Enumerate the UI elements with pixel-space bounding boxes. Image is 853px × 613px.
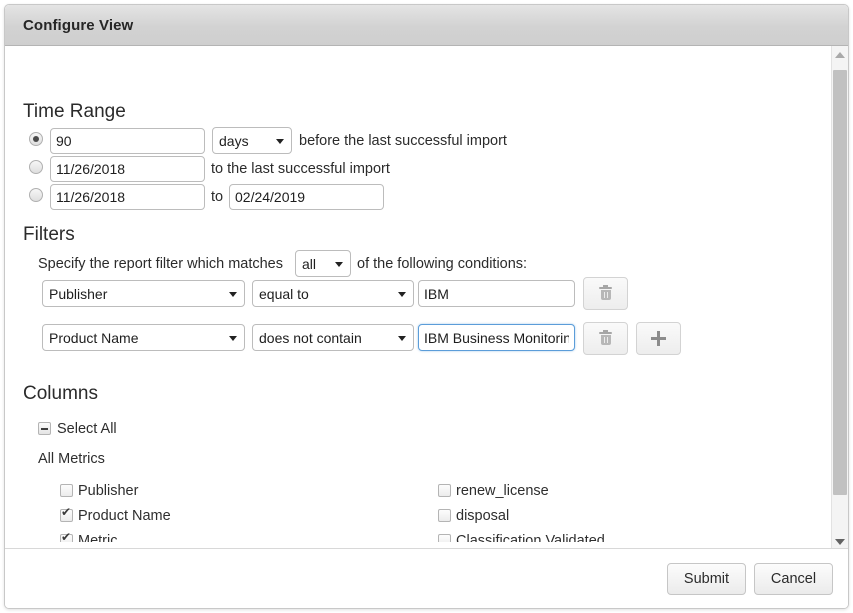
filter-row-1-operator-select[interactable]: does not contain: [252, 324, 414, 351]
all-metrics-group-label: All Metrics: [38, 451, 105, 467]
filter-row-0-field-value: Publisher: [49, 285, 108, 302]
from-date-suffix-label: to the last successful import: [211, 161, 390, 177]
time-range-radio-relative[interactable]: [29, 132, 43, 146]
time-range-radio-from-date[interactable]: [29, 160, 43, 174]
filter-row-1-delete-button[interactable]: [583, 322, 628, 355]
configure-view-dialog: Configure View Time Range days before th…: [4, 4, 849, 609]
chevron-down-icon: [229, 335, 237, 341]
from-date-input[interactable]: [50, 156, 205, 182]
column-label-publisher: Publisher: [78, 483, 139, 499]
scrollbar-thumb[interactable]: [833, 70, 847, 495]
filter-match-suffix-label: of the following conditions:: [357, 256, 528, 272]
column-label-renew-license: renew_license: [456, 483, 549, 499]
filter-row-1-field-value: Product Name: [49, 329, 139, 346]
filter-match-select[interactable]: all: [295, 250, 351, 277]
range-middle-label: to: [211, 189, 224, 205]
range-end-input[interactable]: [229, 184, 384, 210]
select-all-checkbox[interactable]: [38, 422, 51, 435]
scroll-up-button[interactable]: [832, 46, 848, 63]
relative-suffix-label: before the last successful import: [299, 133, 507, 149]
filters-heading: Filters: [23, 224, 75, 245]
select-all-label: Select All: [57, 421, 117, 437]
chevron-down-icon: [398, 335, 406, 341]
column-checkbox-product-name[interactable]: [60, 506, 73, 522]
filter-row-1-field-select[interactable]: Product Name: [42, 324, 245, 351]
filter-match-value: all: [302, 255, 317, 272]
filter-row-0-operator-value: equal to: [259, 285, 309, 302]
dialog-title: Configure View: [23, 17, 134, 34]
filter-row-1-value-input[interactable]: [418, 324, 575, 351]
content-scrollbar[interactable]: [831, 46, 848, 550]
time-range-radio-range[interactable]: [29, 188, 43, 202]
filter-add-row-button[interactable]: [636, 322, 681, 355]
triangle-up-icon: [835, 51, 845, 58]
dialog-footer: Submit Cancel: [5, 548, 848, 608]
filter-row-0-operator-select[interactable]: equal to: [252, 280, 414, 307]
filter-row-0-field-select[interactable]: Publisher: [42, 280, 245, 307]
column-label-product-name: Product Name: [78, 508, 171, 524]
column-checkbox-renew-license[interactable]: [438, 484, 451, 497]
columns-heading: Columns: [23, 383, 98, 404]
cancel-button[interactable]: Cancel: [754, 563, 833, 595]
time-range-heading: Time Range: [23, 101, 126, 122]
dialog-titlebar: Configure View: [5, 5, 848, 46]
filter-row-1-operator-value: does not contain: [259, 329, 362, 346]
plus-icon: [651, 331, 666, 346]
chevron-down-icon: [276, 138, 284, 144]
filter-row-0-delete-button[interactable]: [583, 277, 628, 310]
dialog-content: Time Range days before the last successf…: [5, 46, 848, 550]
column-checkbox-disposal[interactable]: [438, 509, 451, 522]
column-label-disposal: disposal: [456, 508, 510, 524]
trash-icon: [599, 285, 612, 301]
triangle-down-icon: [835, 538, 845, 545]
range-start-input[interactable]: [50, 184, 205, 210]
column-checkbox-publisher[interactable]: [60, 484, 73, 497]
submit-button[interactable]: Submit: [667, 563, 746, 595]
relative-unit-select[interactable]: days: [212, 127, 292, 154]
relative-unit-value: days: [219, 132, 249, 149]
chevron-down-icon: [398, 291, 406, 297]
relative-amount-input[interactable]: [50, 128, 205, 154]
chevron-down-icon: [335, 261, 343, 267]
filter-match-prefix-label: Specify the report filter which matches: [38, 256, 283, 272]
filter-row-0-value-input[interactable]: [418, 280, 575, 307]
chevron-down-icon: [229, 291, 237, 297]
trash-icon: [599, 330, 612, 346]
